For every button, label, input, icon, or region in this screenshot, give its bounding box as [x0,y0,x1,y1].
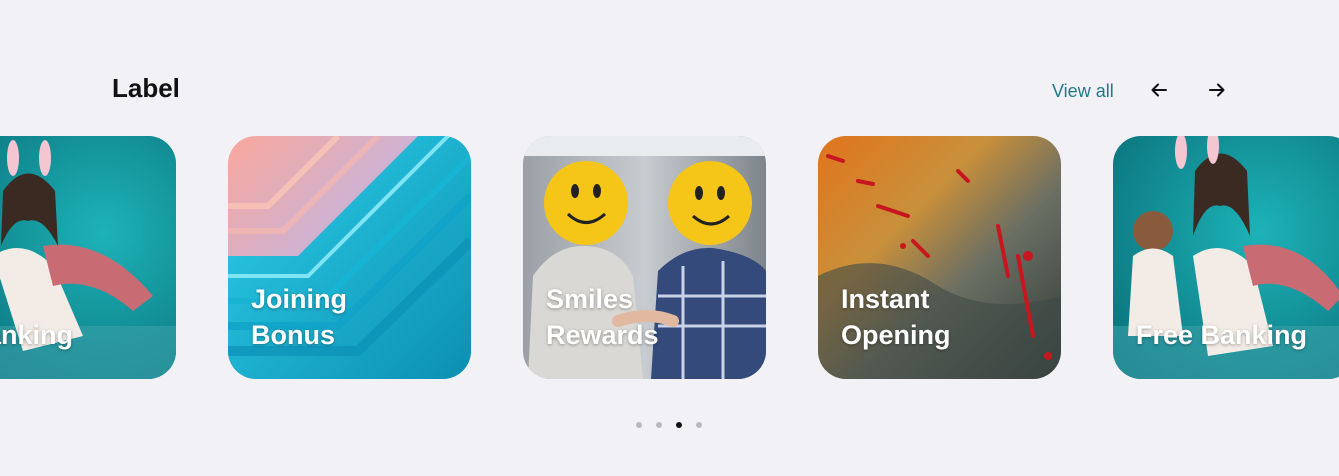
promo-carousel: Free Banking Joining Bonus [0,136,1339,379]
carousel-prev-button[interactable] [1145,76,1173,104]
promo-card-instant-opening[interactable]: Instant Opening [818,136,1061,379]
promo-card-free-banking[interactable]: Free Banking [1113,136,1339,379]
arrow-right-icon [1209,83,1225,97]
promo-card-joining-bonus[interactable]: Joining Bonus [228,136,471,379]
promo-card-free-banking-partial[interactable]: Free Banking [0,136,176,379]
pagination-dot[interactable] [656,422,662,428]
card-label: Joining Bonus [251,284,347,350]
arrow-left-icon [1151,83,1167,97]
pagination-dot-active[interactable] [676,422,682,428]
section-title: Label [112,73,180,103]
card-label: Free Banking [0,320,74,350]
promo-card-smiles-rewards[interactable]: Smiles Rewards [523,136,766,379]
carousel-pagination [636,422,702,428]
view-all-link[interactable]: View all [1052,79,1114,103]
card-label: Smiles Rewards [546,284,659,350]
card-label: Instant Opening [841,284,951,350]
pagination-dot[interactable] [696,422,702,428]
card-label: Free Banking [1136,320,1308,350]
carousel-next-button[interactable] [1203,76,1231,104]
pagination-dot[interactable] [636,422,642,428]
